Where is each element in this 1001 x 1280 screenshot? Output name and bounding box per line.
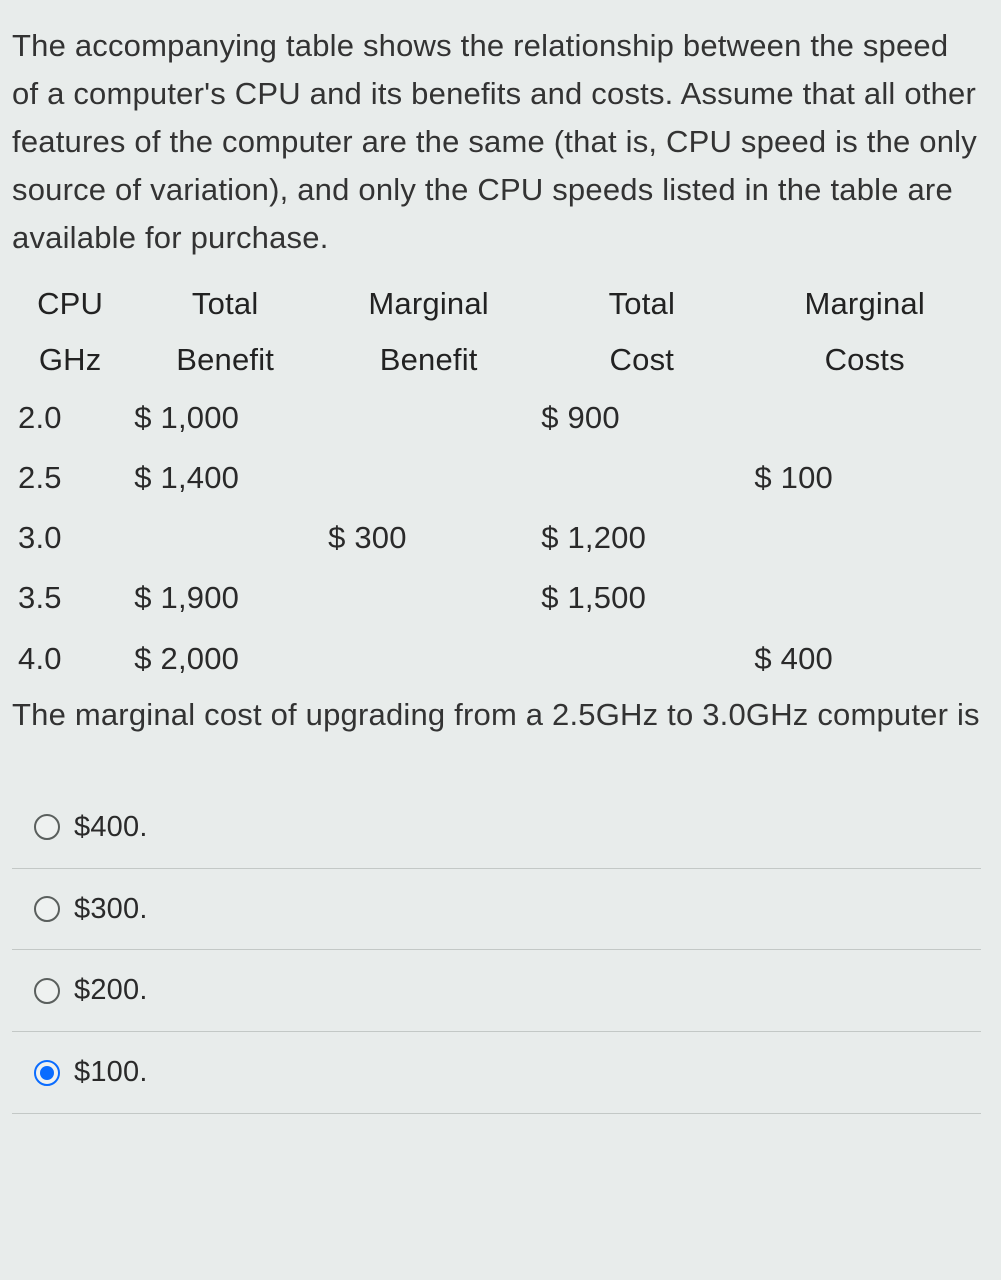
cell-tc: $ 1,200 <box>535 508 748 568</box>
cell-ghz: 2.0 <box>12 388 128 448</box>
cell-mb <box>322 448 535 508</box>
table-header-row-2: GHz Benefit Benefit Cost Costs <box>12 332 981 388</box>
cell-tb: $ 1,000 <box>128 388 322 448</box>
table-header-row-1: CPU Total Marginal Total Marginal <box>12 276 981 332</box>
header-mc-1: Marginal <box>748 276 981 332</box>
cell-ghz: 3.0 <box>12 508 128 568</box>
cell-mc: $ 100 <box>748 448 981 508</box>
header-cpu-1: CPU <box>12 276 128 332</box>
option-label: $200. <box>74 968 148 1013</box>
table-row: 3.0 $ 300 $ 1,200 <box>12 508 981 568</box>
radio-icon <box>34 896 60 922</box>
option-100[interactable]: $100. <box>12 1032 981 1114</box>
question-intro: The accompanying table shows the relatio… <box>12 22 981 262</box>
radio-icon <box>34 1060 60 1086</box>
header-tc-1: Total <box>535 276 748 332</box>
header-mb-2: Benefit <box>322 332 535 388</box>
cell-tc <box>535 448 748 508</box>
cell-mb: $ 300 <box>322 508 535 568</box>
header-mb-1: Marginal <box>322 276 535 332</box>
table-row: 4.0 $ 2,000 $ 400 <box>12 629 981 689</box>
option-label: $300. <box>74 887 148 932</box>
header-tb-1: Total <box>128 276 322 332</box>
cell-ghz: 2.5 <box>12 448 128 508</box>
cell-tc: $ 1,500 <box>535 568 748 628</box>
cell-mc <box>748 568 981 628</box>
option-label: $100. <box>74 1050 148 1095</box>
cell-tb: $ 1,400 <box>128 448 322 508</box>
header-tc-2: Cost <box>535 332 748 388</box>
header-cpu-2: GHz <box>12 332 128 388</box>
option-label: $400. <box>74 805 148 850</box>
data-table: CPU Total Marginal Total Marginal GHz Be… <box>12 276 981 688</box>
cell-tb: $ 2,000 <box>128 629 322 689</box>
table-row: 2.0 $ 1,000 $ 900 <box>12 388 981 448</box>
cell-tc: $ 900 <box>535 388 748 448</box>
cell-ghz: 3.5 <box>12 568 128 628</box>
cell-mb <box>322 568 535 628</box>
option-300[interactable]: $300. <box>12 869 981 951</box>
cell-mc <box>748 388 981 448</box>
cell-mc: $ 400 <box>748 629 981 689</box>
options-group: $400. $300. $200. $100. <box>12 787 981 1115</box>
table-row: 2.5 $ 1,400 $ 100 <box>12 448 981 508</box>
table-row: 3.5 $ 1,900 $ 1,500 <box>12 568 981 628</box>
cell-mc <box>748 508 981 568</box>
cell-tc <box>535 629 748 689</box>
radio-icon <box>34 978 60 1004</box>
option-200[interactable]: $200. <box>12 950 981 1032</box>
cell-mb <box>322 388 535 448</box>
question-text: The marginal cost of upgrading from a 2.… <box>12 691 981 739</box>
cell-tb <box>128 508 322 568</box>
radio-icon <box>34 814 60 840</box>
cell-ghz: 4.0 <box>12 629 128 689</box>
header-tb-2: Benefit <box>128 332 322 388</box>
cell-tb: $ 1,900 <box>128 568 322 628</box>
option-400[interactable]: $400. <box>12 787 981 869</box>
cell-mb <box>322 629 535 689</box>
header-mc-2: Costs <box>748 332 981 388</box>
